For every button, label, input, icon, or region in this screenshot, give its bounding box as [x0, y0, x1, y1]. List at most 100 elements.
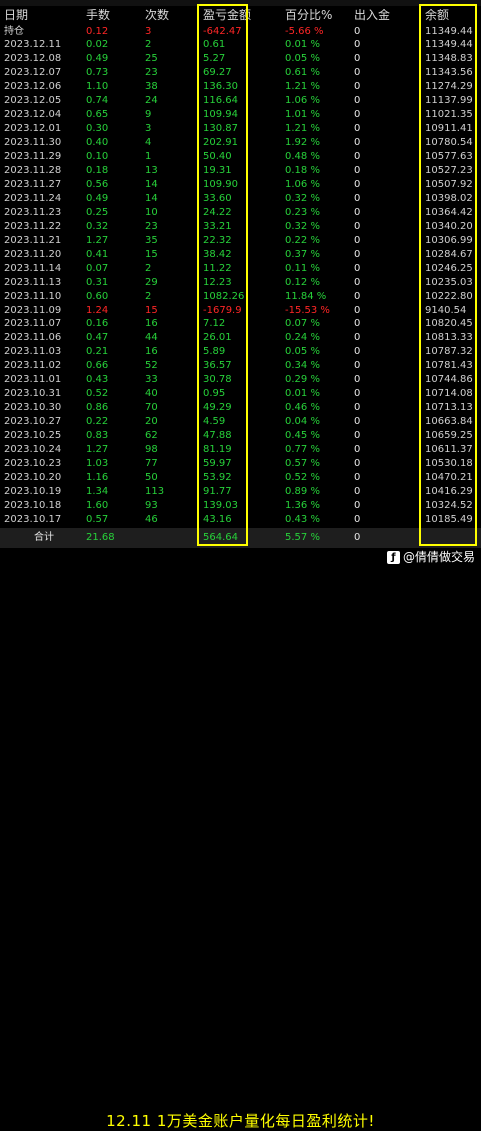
- row-date: 2023.11.06: [4, 332, 62, 344]
- table-row[interactable]: 2023.11.24 0.49 14 33.60 0.32 % 0 10398.02: [0, 192, 481, 205]
- row-date: 2023.10.25: [4, 430, 62, 442]
- table-row[interactable]: 2023.11.06 0.47 44 26.01 0.24 % 0 10813.33: [0, 331, 481, 344]
- table-row[interactable]: 2023.11.14 0.07 2 11.22 0.11 % 0 10246.25: [0, 262, 481, 275]
- row-pct: 0.48 %: [285, 151, 320, 163]
- row-balance: 10713.13: [425, 402, 473, 414]
- row-pct: 0.77 %: [285, 444, 320, 455]
- row-pnl: -642.47: [203, 25, 242, 37]
- table-row[interactable]: 2023.10.31 0.52 40 0.95 0.01 % 0 10714.08: [0, 387, 481, 400]
- row-pnl: 109.90: [203, 178, 238, 190]
- table-row[interactable]: 2023.12.04 0.65 9 109.94 1.01 % 0 11021.35: [0, 108, 481, 121]
- table-row[interactable]: 2023.11.02 0.66 52 36.57 0.34 % 0 10781.43: [0, 359, 481, 372]
- row-io: 0: [354, 109, 361, 121]
- table-row[interactable]: 2023.11.27 0.56 14 109.90 1.06 % 0 10507.92: [0, 178, 481, 191]
- header-lots[interactable]: 手数: [86, 9, 144, 22]
- row-lots: 0.56: [86, 178, 109, 190]
- table-row[interactable]: 2023.11.22 0.32 23 33.21 0.32 % 0 10340.20: [0, 220, 481, 233]
- row-io: 0: [354, 513, 361, 525]
- header-io[interactable]: 出入金: [354, 9, 394, 22]
- row-count: 38: [145, 81, 158, 93]
- row-io: 0: [354, 151, 361, 163]
- row-date: 持仓: [4, 25, 24, 37]
- row-date: 2023.10.18: [4, 499, 62, 511]
- row-lots: 1.16: [86, 471, 109, 483]
- table-row[interactable]: 2023.10.17 0.57 46 43.16 0.43 % 0 10185.49: [0, 513, 481, 526]
- row-pnl: 47.88: [203, 430, 232, 442]
- table-row[interactable]: 2023.10.30 0.86 70 49.29 0.46 % 0 10713.13: [0, 401, 481, 414]
- table-row[interactable]: 2023.11.20 0.41 15 38.42 0.37 % 0 10284.67: [0, 248, 481, 261]
- table-row[interactable]: 2023.11.10 0.60 2 1082.26 11.84 % 0 10222.80: [0, 290, 481, 303]
- header-pnl[interactable]: 盈亏金额: [203, 9, 263, 22]
- row-lots: 0.30: [86, 123, 109, 135]
- row-pnl: 53.92: [203, 471, 232, 483]
- row-lots: 1.27: [86, 444, 109, 455]
- row-balance: 10530.18: [425, 457, 473, 469]
- table-row[interactable]: 2023.11.30 0.40 4 202.91 1.92 % 0 10780.54: [0, 136, 481, 149]
- table-row[interactable]: 2023.10.24 1.27 98 81.19 0.77 % 0 10611.37: [0, 443, 481, 456]
- table-row[interactable]: 2023.10.19 1.34 113 91.77 0.89 % 0 10416.29: [0, 485, 481, 498]
- row-pnl: 130.87: [203, 123, 238, 135]
- table-row[interactable]: 2023.11.28 0.18 13 19.31 0.18 % 0 10527.23: [0, 164, 481, 177]
- table-row[interactable]: 2023.11.21 1.27 35 22.32 0.22 % 0 10306.99: [0, 234, 481, 247]
- row-date: 2023.12.04: [4, 109, 62, 121]
- header-balance[interactable]: 余额: [425, 9, 475, 22]
- row-lots: 0.21: [86, 346, 109, 358]
- header-count[interactable]: 次数: [145, 9, 200, 22]
- row-lots: 0.60: [86, 290, 109, 302]
- row-pnl: 38.42: [203, 248, 232, 260]
- row-lots: 0.31: [86, 276, 109, 288]
- row-lots: 0.32: [86, 220, 109, 232]
- row-io: 0: [354, 471, 361, 483]
- row-balance: 10507.92: [425, 178, 473, 190]
- row-balance: 10663.84: [425, 416, 473, 428]
- row-pct: 0.23 %: [285, 206, 320, 218]
- row-pnl: 202.91: [203, 137, 238, 149]
- table-row[interactable]: 2023.12.05 0.74 24 116.64 1.06 % 0 11137.99: [0, 94, 481, 107]
- row-count: 16: [145, 346, 158, 358]
- row-count: 2: [145, 39, 152, 51]
- table-row[interactable]: 2023.12.11 0.02 2 0.61 0.01 % 0 11349.44: [0, 38, 481, 51]
- row-balance: 11349.44: [425, 39, 473, 51]
- row-balance: 10416.29: [425, 485, 473, 497]
- row-balance: 10284.67: [425, 248, 473, 260]
- table-row[interactable]: 2023.10.25 0.83 62 47.88 0.45 % 0 10659.25: [0, 429, 481, 442]
- row-count: 46: [145, 513, 158, 525]
- row-count: 15: [145, 304, 158, 316]
- table-row[interactable]: 2023.12.01 0.30 3 130.87 1.21 % 0 10911.41: [0, 122, 481, 135]
- table-row[interactable]: 持仓 0.12 3 -642.47 -5.66 % 0 11349.44: [0, 25, 481, 38]
- table-row[interactable]: 2023.12.07 0.73 23 69.27 0.61 % 0 11343.56: [0, 66, 481, 79]
- table-row[interactable]: 2023.11.09 1.24 15 -1679.9 -15.53 % 0 9140.54: [0, 304, 481, 317]
- row-pct: 0.04 %: [285, 416, 320, 428]
- row-count: 33: [145, 374, 158, 386]
- totals-pnl: 564.64: [203, 532, 238, 543]
- row-lots: 0.25: [86, 206, 109, 218]
- row-io: 0: [354, 332, 361, 344]
- table-row[interactable]: 2023.12.08 0.49 25 5.27 0.05 % 0 11348.83: [0, 52, 481, 65]
- row-pnl: 19.31: [203, 165, 232, 176]
- row-io: 0: [354, 53, 361, 65]
- table-row[interactable]: 2023.10.27 0.22 20 4.59 0.04 % 0 10663.84: [0, 415, 481, 428]
- row-count: 23: [145, 67, 158, 79]
- row-pnl: 4.59: [203, 416, 226, 428]
- table-row[interactable]: 2023.10.20 1.16 50 53.92 0.52 % 0 10470.21: [0, 471, 481, 484]
- table-row[interactable]: 2023.12.06 1.10 38 136.30 1.21 % 0 11274.29: [0, 80, 481, 93]
- table-row[interactable]: 2023.10.23 1.03 77 59.97 0.57 % 0 10530.18: [0, 457, 481, 470]
- row-count: 70: [145, 402, 158, 414]
- table-row[interactable]: 2023.11.07 0.16 16 7.12 0.07 % 0 10820.45: [0, 317, 481, 330]
- header-date[interactable]: 日期: [4, 9, 84, 22]
- row-count: 113: [145, 485, 165, 497]
- row-pnl: 30.78: [203, 374, 232, 386]
- row-date: 2023.12.05: [4, 95, 62, 107]
- table-row[interactable]: 2023.10.18 1.60 93 139.03 1.36 % 0 10324.52: [0, 499, 481, 512]
- table-row[interactable]: 2023.11.29 0.10 1 50.40 0.48 % 0 10577.63: [0, 150, 481, 163]
- table-row[interactable]: 2023.11.13 0.31 29 12.23 0.12 % 0 10235.03: [0, 276, 481, 289]
- table-row[interactable]: 2023.11.23 0.25 10 24.22 0.23 % 0 10364.42: [0, 206, 481, 219]
- row-io: 0: [354, 485, 361, 497]
- header-pct[interactable]: 百分比%: [285, 9, 347, 22]
- row-date: 2023.10.24: [4, 444, 62, 455]
- row-count: 93: [145, 499, 158, 511]
- table-row[interactable]: 2023.11.03 0.21 16 5.89 0.05 % 0 10787.32: [0, 345, 481, 358]
- row-pct: 0.07 %: [285, 318, 320, 330]
- table-row[interactable]: 2023.11.01 0.43 33 30.78 0.29 % 0 10744.86: [0, 373, 481, 386]
- row-date: 2023.10.23: [4, 457, 62, 469]
